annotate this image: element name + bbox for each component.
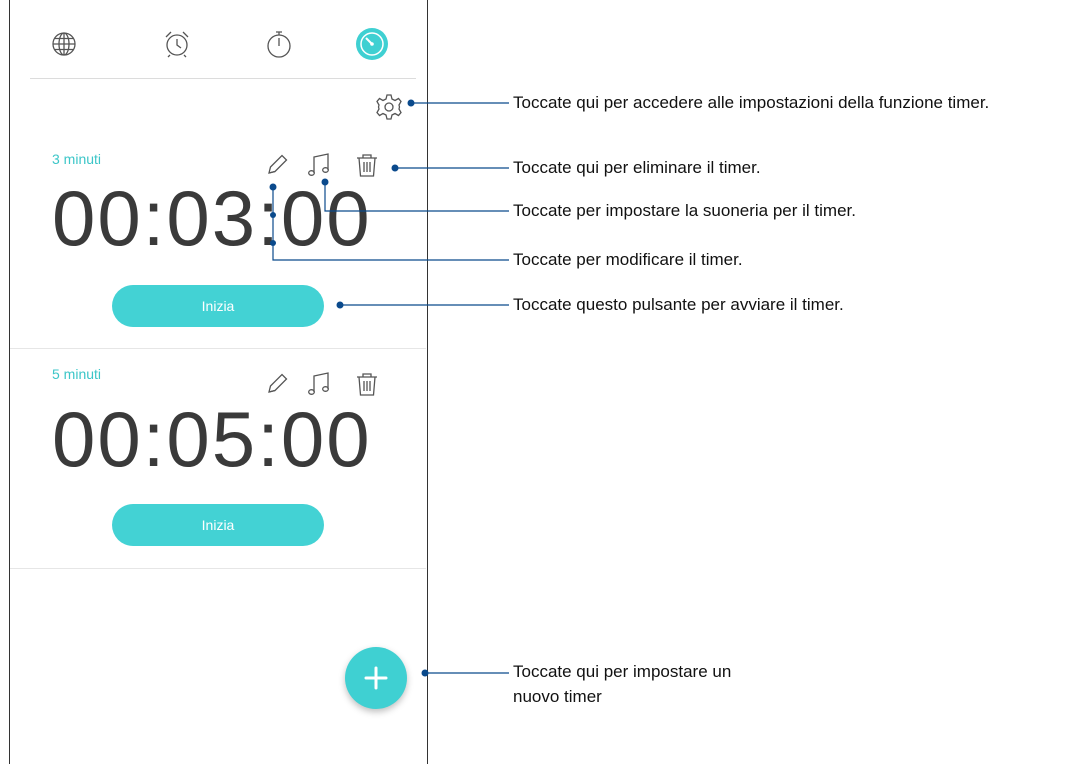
- music-note-icon: [308, 372, 329, 395]
- timer-label: 5 minuti: [52, 366, 102, 382]
- pencil-icon: [268, 373, 288, 393]
- callout-add-line2: nuovo timer: [513, 687, 602, 706]
- callout-add-line1: Toccate qui per impostare un: [513, 662, 732, 681]
- ringtone-button[interactable]: [306, 370, 334, 398]
- start-button[interactable]: Inizia: [112, 285, 324, 327]
- tab-stopwatch[interactable]: [257, 22, 301, 66]
- timer-time: 00:03:00: [52, 174, 372, 262]
- callout-settings: Toccate qui per accedere alle impostazio…: [513, 93, 990, 112]
- stopwatch-icon: [267, 31, 291, 58]
- timer-time: 00:05:00: [52, 395, 372, 483]
- callout-ringtone: Toccate per impostare la suoneria per il…: [513, 201, 856, 220]
- tab-alarm[interactable]: [155, 22, 199, 66]
- timer-card: 3 minuti 00:03:00 Inizia: [10, 135, 426, 349]
- phone-screen: 3 minuti 00:03:00 Inizia 5 minuti 00:05:…: [9, 0, 428, 764]
- add-timer-button[interactable]: [345, 647, 407, 709]
- trash-icon: [357, 373, 377, 396]
- delete-timer-button[interactable]: [353, 370, 381, 398]
- globe-icon: [52, 32, 76, 56]
- timer-label: 3 minuti: [52, 151, 102, 167]
- alarm-clock-icon: [165, 31, 189, 58]
- tab-bar: [30, 0, 416, 79]
- gear-icon: [376, 94, 402, 120]
- callout-start: Toccate questo pulsante per avviare il t…: [513, 295, 844, 314]
- edit-timer-button[interactable]: [263, 370, 291, 398]
- callout-delete: Toccate qui per eliminare il timer.: [513, 158, 761, 177]
- tab-timer[interactable]: [350, 22, 394, 66]
- settings-button[interactable]: [374, 92, 404, 122]
- start-button[interactable]: Inizia: [112, 504, 324, 546]
- timer-icon: [356, 28, 388, 60]
- timer-card: 5 minuti 00:05:00 Inizia: [10, 350, 426, 569]
- tab-world-clock[interactable]: [42, 22, 86, 66]
- callout-edit: Toccate per modificare il timer.: [513, 250, 743, 269]
- plus-icon: [364, 666, 388, 690]
